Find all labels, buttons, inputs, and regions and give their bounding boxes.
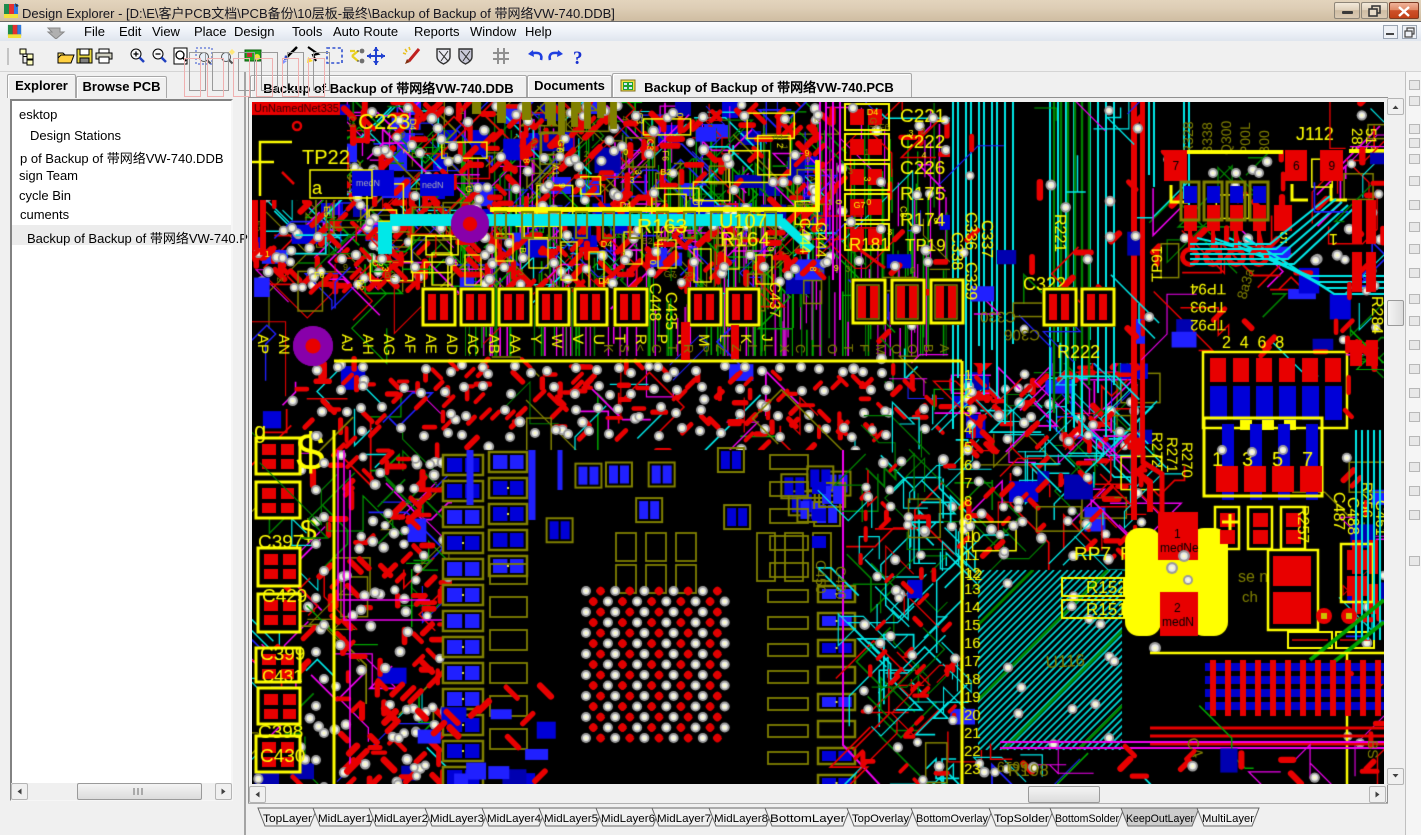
svg-text:MidLayer5: MidLayer5 bbox=[544, 813, 598, 825]
svg-text:MidLayer3: MidLayer3 bbox=[430, 813, 484, 825]
svg-text:MidLayer1: MidLayer1 bbox=[318, 813, 372, 825]
svg-text:TopSolder: TopSolder bbox=[994, 813, 1049, 825]
svg-text:MultiLayer: MultiLayer bbox=[1202, 813, 1254, 825]
svg-text:TopLayer: TopLayer bbox=[263, 813, 312, 825]
svg-text:BottomOverlay: BottomOverlay bbox=[916, 813, 988, 825]
svg-text:BottomSolder: BottomSolder bbox=[1055, 813, 1119, 825]
svg-text:MidLayer7: MidLayer7 bbox=[657, 813, 711, 825]
svg-text:TopOverlay: TopOverlay bbox=[852, 813, 910, 825]
svg-text:MidLayer8: MidLayer8 bbox=[714, 813, 768, 825]
svg-text:MidLayer4: MidLayer4 bbox=[487, 813, 541, 825]
svg-text:KeepOutLayer: KeepOutLayer bbox=[1126, 813, 1194, 825]
svg-text:BottomLayer: BottomLayer bbox=[770, 813, 845, 825]
svg-text:MidLayer2: MidLayer2 bbox=[374, 813, 428, 825]
svg-text:MidLayer6: MidLayer6 bbox=[601, 813, 655, 825]
svg-text:?: ? bbox=[573, 48, 583, 69]
